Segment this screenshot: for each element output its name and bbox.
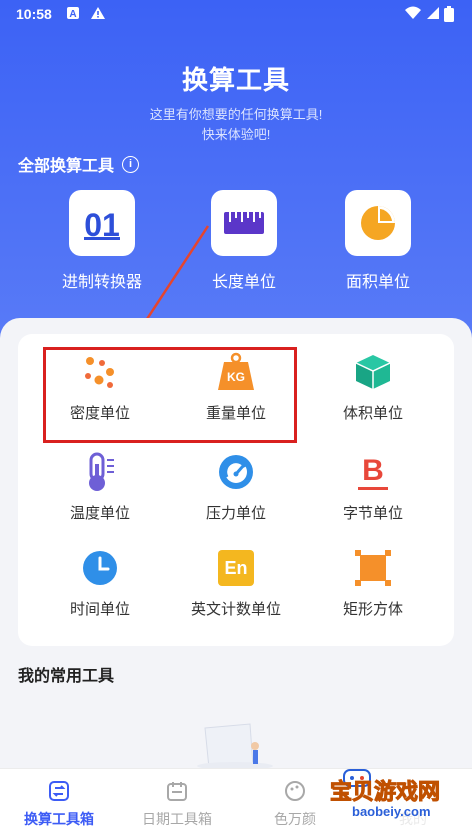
calendar-icon [118, 779, 236, 803]
letter-b-icon: B [353, 452, 393, 492]
tool-volume-unit[interactable]: 体积单位 [303, 352, 443, 423]
empty-state-illustration [197, 723, 273, 770]
tool-english-count-unit[interactable]: En 英文计数单位 [166, 548, 306, 619]
page-subtitle-line1: 这里有你想要的任何换算工具! [149, 107, 323, 122]
toolbox-tab-icon [0, 779, 118, 803]
tab-date-toolbox[interactable]: 日期工具箱 [118, 779, 236, 829]
annotation-highlight-box [43, 347, 297, 443]
tool-label: 压力单位 [205, 505, 266, 522]
en-icon: En [216, 548, 256, 588]
tool-label: 体积单位 [342, 405, 403, 422]
gauge-icon [216, 452, 256, 492]
header-background [0, 0, 472, 360]
signal-icon [426, 6, 440, 23]
ruler-icon [211, 190, 277, 256]
tool-label: 矩形方体 [342, 601, 403, 618]
status-time: 10:58 [16, 6, 52, 22]
tool-byte-unit[interactable]: B 字节单位 [303, 452, 443, 523]
tool-time-unit[interactable]: 时间单位 [30, 548, 170, 619]
tool-label: 字节单位 [342, 505, 403, 522]
tool-label: 温度单位 [69, 505, 130, 522]
tab-conversion-toolbox[interactable]: 换算工具箱 [0, 779, 118, 829]
clock-icon [80, 548, 120, 588]
all-tools-heading-text: 全部换算工具 [18, 158, 115, 175]
watermark-url: baobeiy.com [352, 804, 431, 819]
common-tools-heading: 我的常用工具 [18, 668, 115, 685]
notification-a-icon: A [66, 6, 80, 23]
svg-text:A: A [69, 9, 76, 20]
tool-pressure-unit[interactable]: 压力单位 [166, 452, 306, 523]
tool-label: 面积单位 [345, 274, 410, 291]
cube-icon [353, 352, 393, 392]
watermark-text: 宝贝游戏网 [329, 779, 441, 805]
byte-letter: B [362, 453, 384, 487]
tab-label: 日期工具箱 [142, 811, 212, 827]
tool-label: 英文计数单位 [190, 601, 281, 618]
battery-icon [444, 6, 454, 25]
status-bar: 10:58 A [0, 0, 472, 30]
page-subtitle-line2: 快来体验吧! [201, 127, 271, 142]
thermometer-icon [80, 452, 120, 492]
tool-rectangle-cuboid[interactable]: 矩形方体 [303, 548, 443, 619]
tab-label: 换算工具箱 [24, 811, 94, 827]
tool-temperature-unit[interactable]: 温度单位 [30, 452, 170, 523]
tool-area-unit[interactable]: 面积单位 [318, 190, 438, 292]
tool-label: 时间单位 [69, 601, 130, 618]
warning-icon [90, 6, 106, 23]
page-title: 换算工具 [181, 65, 290, 95]
rectangle-icon [353, 548, 393, 588]
info-icon[interactable]: i [122, 155, 140, 173]
pie-chart-icon [345, 190, 411, 256]
en-label: En [218, 550, 254, 586]
all-tools-heading: 全部换算工具 i [18, 152, 140, 176]
wifi-icon [404, 6, 422, 23]
